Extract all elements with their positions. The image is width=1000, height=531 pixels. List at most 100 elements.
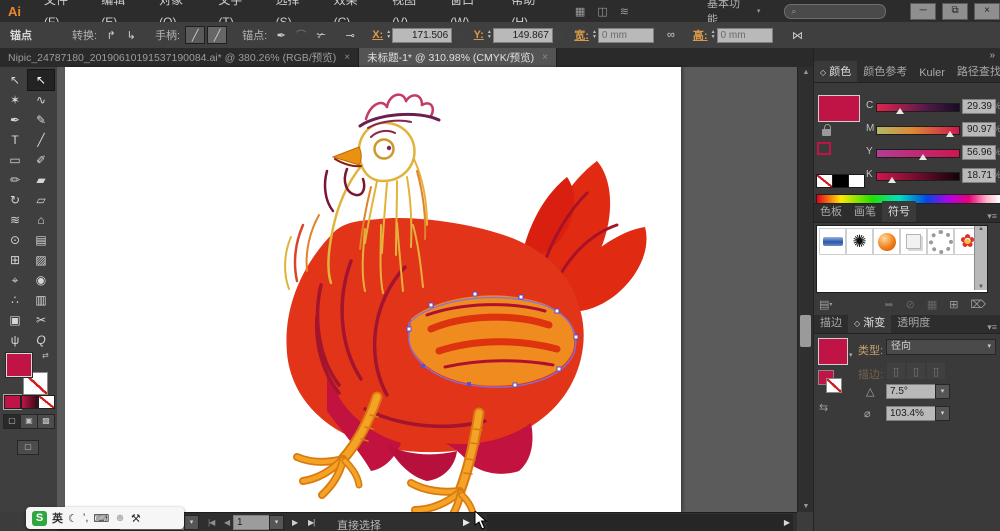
column-graph-tool[interactable]: ▥ — [28, 290, 54, 310]
magic-wand-tool[interactable]: ✶ — [2, 90, 28, 110]
tab-document-2[interactable]: 未标题-1* @ 310.98% (CMYK/预览) × — [359, 48, 557, 67]
tab-pathfinder[interactable]: 路径查找器 — [951, 61, 1000, 82]
tab-2-close-icon[interactable]: × — [542, 52, 548, 63]
width-field[interactable]: 0 mm — [598, 28, 654, 43]
symbol-ink-splat[interactable]: ✺ — [846, 228, 873, 255]
draw-behind-button[interactable]: ▣ — [20, 414, 38, 429]
paintbrush-tool[interactable]: ✐ — [28, 150, 54, 170]
angle-field[interactable]: 7.5° — [886, 384, 936, 399]
remove-anchor-icon[interactable]: ⌒ — [292, 27, 310, 43]
gradient-stroke-proxy[interactable] — [826, 378, 842, 393]
symbol-sprayer-tool[interactable]: ∴ — [2, 290, 28, 310]
wrench-icon[interactable]: ⚒ — [131, 512, 141, 525]
gradient-proxy-button[interactable] — [21, 395, 38, 409]
height-stepper[interactable]: ▲▼ — [711, 30, 716, 40]
draw-normal-button[interactable]: ▢ — [3, 414, 21, 429]
none-swatch[interactable] — [816, 174, 833, 188]
convert-corner-icon[interactable]: ↱ — [102, 27, 120, 43]
symbol-options-icon[interactable]: ▦ — [927, 298, 937, 311]
symbol-ribbon[interactable] — [819, 228, 846, 255]
curvature-pen-tool[interactable]: ✎ — [28, 110, 54, 130]
prev-artboard-icon[interactable]: ◀ — [224, 518, 229, 527]
tab-1-close-icon[interactable]: × — [344, 52, 350, 63]
hand-tool[interactable]: ψ — [2, 330, 28, 350]
convert-smooth-icon[interactable]: ↳ — [122, 27, 140, 43]
pen-tool[interactable]: ✒ — [2, 110, 28, 130]
gradient-panel-menu-icon[interactable]: ▾≡ — [987, 322, 1000, 333]
symbol-libraries-icon[interactable]: ▤ — [819, 298, 829, 311]
arrange-documents-icon[interactable]: ◫ — [597, 5, 607, 18]
rectangle-tool[interactable]: ▭ — [2, 150, 28, 170]
pencil-tool[interactable]: ✏ — [2, 170, 28, 190]
aspect-drop-icon[interactable]: ▾ — [935, 406, 950, 421]
cut-path-icon[interactable]: ✃ — [312, 27, 330, 43]
fill-proxy[interactable] — [6, 353, 32, 377]
zoom-tool[interactable]: Q — [28, 330, 54, 350]
first-artboard-icon[interactable]: |◀ — [208, 518, 214, 527]
break-link-icon[interactable]: ⊘ — [906, 298, 915, 311]
black-swatch[interactable] — [832, 174, 849, 188]
zoom-drop-icon[interactable]: ▾ — [184, 515, 199, 530]
new-symbol-icon[interactable]: ⊞ — [949, 298, 958, 311]
scroll-up-icon[interactable]: ▲ — [798, 69, 814, 76]
free-transform-tool[interactable]: ▱ — [28, 190, 54, 210]
none-proxy-button[interactable] — [38, 395, 55, 409]
delete-symbol-icon[interactable]: ⌦ — [970, 298, 986, 311]
collapse-panels-icon[interactable]: » — [989, 50, 995, 61]
cyan-slider[interactable] — [876, 103, 960, 112]
punctuation-icon[interactable]: ’, — [83, 512, 89, 524]
x-field[interactable]: 171.506 — [392, 28, 452, 43]
add-anchor-icon[interactable]: ✒ — [272, 27, 290, 43]
gradient-tool[interactable]: ▨ — [28, 250, 54, 270]
height-field[interactable]: 0 mm — [717, 28, 773, 43]
symbol-orange-button[interactable] — [873, 228, 900, 255]
gradient-swatch[interactable] — [818, 338, 848, 365]
place-symbol-icon[interactable]: ➥ — [884, 298, 893, 311]
height-label[interactable]: 高: — [693, 27, 708, 43]
tab-color-guide[interactable]: 颜色参考 — [857, 61, 913, 82]
width-tool[interactable]: ≋ — [2, 210, 28, 230]
transform-icon[interactable]: ⋈ — [789, 27, 807, 43]
scroll-down-icon[interactable]: ▼ — [798, 503, 814, 510]
width-stepper[interactable]: ▲▼ — [592, 30, 597, 40]
magenta-field[interactable]: 90.97 — [962, 122, 996, 137]
isolate-icon[interactable]: ⊸ — [341, 27, 359, 43]
tab-kuler[interactable]: Kuler — [913, 65, 951, 82]
eyedropper-tool[interactable]: ⌖ — [2, 270, 28, 290]
cyan-field[interactable]: 29.39 — [962, 99, 996, 114]
y-stepper[interactable]: ▲▼ — [487, 30, 492, 40]
eraser-tool[interactable]: ▰ — [28, 170, 54, 190]
hide-handles-icon[interactable]: ╱ — [185, 26, 205, 44]
slice-tool[interactable]: ✂ — [28, 310, 54, 330]
tab-swatches[interactable]: 色板 — [814, 201, 848, 222]
yellow-field[interactable]: 56.96 — [962, 145, 996, 160]
tab-color[interactable]: ◇ 颜色 — [814, 61, 857, 82]
ime-language-toggle[interactable]: 英 — [52, 510, 63, 526]
restore-button[interactable]: ⧉ — [942, 3, 968, 20]
screen-mode-button[interactable]: ▢ — [17, 440, 39, 455]
angle-drop-icon[interactable]: ▾ — [935, 384, 950, 399]
person-icon[interactable]: ☻ — [114, 512, 126, 524]
close-button[interactable]: × — [974, 3, 1000, 20]
gradient-swatch-drop-icon[interactable]: ▾ — [849, 351, 853, 359]
symbols-scrollbar[interactable]: ▲ ▼ — [974, 226, 987, 290]
blend-tool[interactable]: ◉ — [28, 270, 54, 290]
selection-tool[interactable]: ↖ — [2, 70, 28, 90]
keyboard-icon[interactable]: ⌨ — [93, 512, 109, 525]
artboard-drop-icon[interactable]: ▾ — [269, 515, 284, 530]
aspect-ratio-field[interactable]: 103.4% — [886, 406, 936, 421]
x-stepper[interactable]: ▲▼ — [386, 30, 391, 40]
black-slider-handle[interactable] — [888, 177, 896, 183]
show-handles-icon[interactable]: ╱ — [207, 26, 227, 44]
minimize-button[interactable]: ─ — [910, 3, 936, 20]
vertical-scroll-thumb[interactable] — [800, 315, 811, 347]
tab-brushes[interactable]: 画笔 — [848, 201, 882, 222]
yellow-slider-handle[interactable] — [919, 154, 927, 160]
reverse-gradient-icon[interactable]: ⇆ — [819, 401, 828, 414]
rotate-tool[interactable]: ↻ — [2, 190, 28, 210]
sogou-icon[interactable]: S — [32, 511, 47, 526]
type-tool[interactable]: T — [2, 130, 28, 150]
shape-builder-tool[interactable]: ⊙ — [2, 230, 28, 250]
white-swatch[interactable] — [848, 174, 865, 188]
black-field[interactable]: 18.71 — [962, 168, 996, 183]
